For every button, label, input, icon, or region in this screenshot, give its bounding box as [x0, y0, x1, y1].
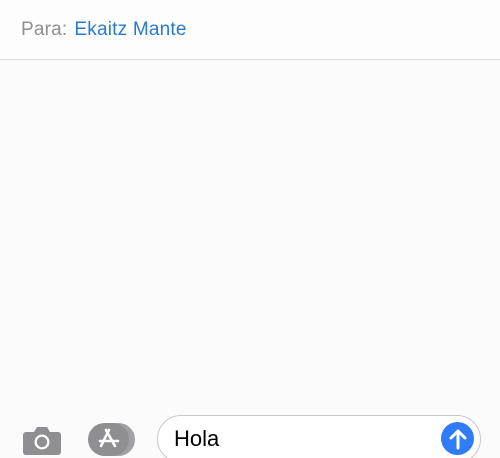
arrow-up-icon	[449, 429, 466, 449]
app-store-icon	[88, 423, 135, 456]
send-button[interactable]	[441, 422, 474, 455]
apps-button[interactable]	[88, 421, 136, 458]
message-input[interactable]	[174, 419, 424, 458]
camera-button[interactable]	[22, 422, 62, 458]
compose-bar	[0, 405, 500, 458]
recipient-bar: Para: Ekaitz Mante	[0, 0, 500, 60]
message-field[interactable]	[157, 415, 481, 458]
messages-screen: Para: Ekaitz Mante	[0, 0, 500, 458]
to-label: Para:	[21, 18, 68, 40]
recipient-name[interactable]: Ekaitz Mante	[74, 19, 186, 41]
message-thread	[0, 61, 500, 405]
camera-icon	[23, 427, 61, 455]
